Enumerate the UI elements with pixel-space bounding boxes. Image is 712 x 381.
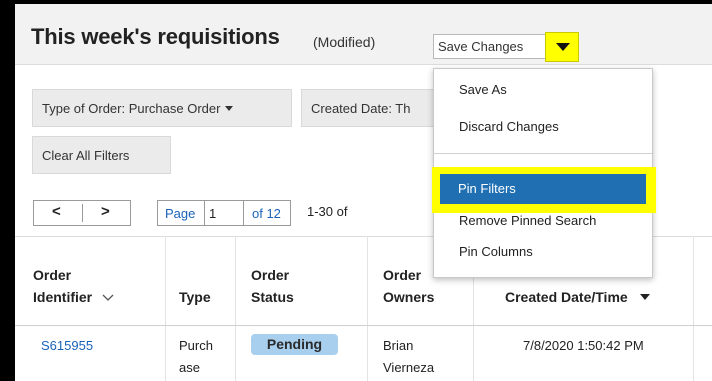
header-line: Status xyxy=(251,289,294,305)
next-page-button[interactable]: > xyxy=(101,203,110,220)
menu-divider xyxy=(434,153,652,154)
save-changes-button[interactable]: Save Changes xyxy=(433,34,547,59)
order-type-cell: Purch ase xyxy=(179,335,213,379)
filter-chip-label: Created Date: Th xyxy=(311,101,411,116)
column-header-order-status[interactable]: Order Status xyxy=(251,264,294,308)
save-options-menu: Save As Discard Changes Pin Filters Remo… xyxy=(432,68,656,278)
cell-line: Purch xyxy=(179,338,213,353)
header-line: Order xyxy=(33,267,72,283)
pager-divider xyxy=(82,204,83,222)
header-line: Order xyxy=(383,267,422,283)
filter-chip-order-type[interactable]: Type of Order: Purchase Order xyxy=(32,89,292,127)
header-line: Identifier xyxy=(33,289,93,305)
page-title: This week's requisitions xyxy=(31,24,280,49)
menu-item-pin-columns[interactable]: Pin Columns xyxy=(434,244,652,259)
order-owner-cell: Brian Vierneza xyxy=(383,335,434,379)
column-header-created-date[interactable]: Created Date/Time xyxy=(505,286,650,308)
sort-descending-icon xyxy=(639,294,650,300)
cell-line: Brian xyxy=(383,338,414,353)
menu-item-discard-changes[interactable]: Discard Changes xyxy=(434,119,652,134)
filter-chip-label: Type of Order: Purchase Order xyxy=(42,101,221,116)
order-identifier-link[interactable]: S615955 xyxy=(41,335,93,357)
caret-down-icon xyxy=(556,43,570,51)
header-line: Created Date/Time xyxy=(505,289,628,305)
menu-item-pin-filters[interactable]: Pin Filters xyxy=(440,174,646,204)
page-total-label: of 12 xyxy=(252,206,281,221)
modified-indicator: (Modified) xyxy=(313,34,376,50)
page-header: This week's requisitions (Modified) Save… xyxy=(15,4,712,65)
column-separator xyxy=(693,236,694,381)
column-separator xyxy=(165,236,166,381)
cell-line: ase xyxy=(179,360,200,375)
highlight-box: Pin Filters xyxy=(432,167,656,213)
page-selector: Page 1 of 12 xyxy=(157,200,291,226)
page-number-input[interactable]: 1 xyxy=(204,201,244,225)
clear-all-filters-button[interactable]: Clear All Filters xyxy=(32,136,171,174)
column-header-order-owners[interactable]: Order Owners xyxy=(383,264,434,308)
table-header-border xyxy=(15,325,712,326)
header-line: Owners xyxy=(383,289,435,305)
sort-descending-icon xyxy=(102,294,114,301)
menu-item-save-as[interactable]: Save As xyxy=(434,82,652,97)
created-date-cell: 7/8/2020 1:50:42 PM xyxy=(523,338,644,353)
header-line: Order xyxy=(251,267,290,283)
page-label: Page xyxy=(165,206,196,221)
column-separator xyxy=(235,236,236,381)
chevron-down-icon xyxy=(225,106,234,111)
column-separator xyxy=(367,236,368,381)
app-frame: This week's requisitions (Modified) Save… xyxy=(15,4,712,381)
column-header-type[interactable]: Type xyxy=(179,286,211,308)
result-range: 1-30 of xyxy=(307,204,348,219)
menu-item-label: Pin Filters xyxy=(458,181,516,196)
save-options-dropdown-toggle[interactable] xyxy=(545,32,579,62)
cell-line: Vierneza xyxy=(383,360,435,375)
menu-item-remove-pinned-search[interactable]: Remove Pinned Search xyxy=(434,213,652,228)
column-header-order-identifier[interactable]: Order Identifier xyxy=(33,264,114,308)
pager-nav: < > xyxy=(33,200,131,226)
status-badge: Pending xyxy=(251,334,338,355)
filter-chip-created-date[interactable]: Created Date: Th xyxy=(301,89,441,127)
previous-page-button[interactable]: < xyxy=(52,203,61,220)
